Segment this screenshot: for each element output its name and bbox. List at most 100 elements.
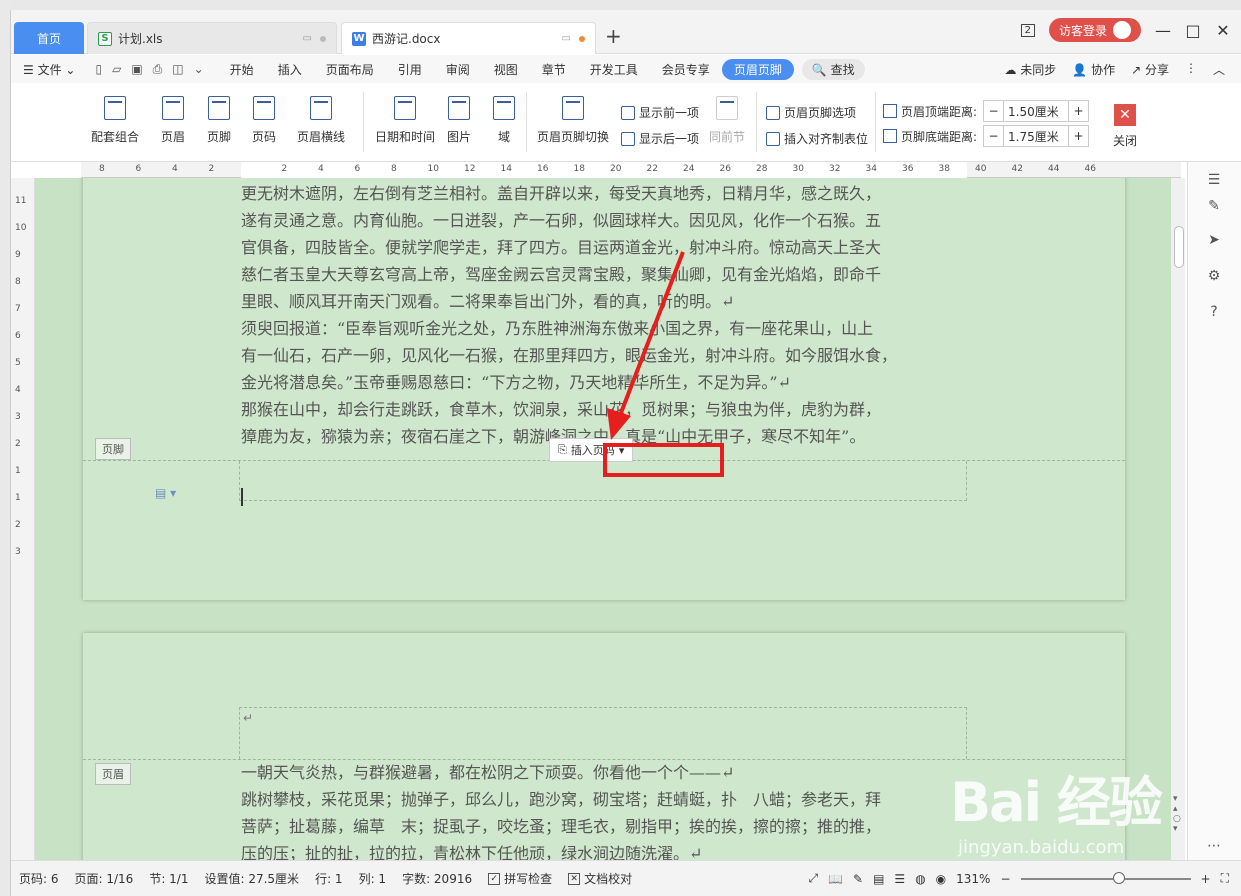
status-chars[interactable]: 字数: 20916: [394, 870, 480, 887]
new-doc-icon[interactable]: ▯: [95, 62, 102, 77]
more-icon[interactable]: ⌄: [194, 62, 204, 77]
header-area[interactable]: [239, 707, 967, 759]
text-line[interactable]: 更无树木遮阴，左右倒有芝兰相衬。盖自开辟以来，每受天真地秀，日精月华，感之既久，: [241, 180, 967, 207]
collapse-ribbon-icon[interactable]: ︿: [1213, 61, 1225, 78]
tab-home[interactable]: 首页: [14, 22, 84, 54]
ribbon: 配套组合 页眉 页脚 页码 页眉横线 日期和时间 图片 域 页眉页脚切换 显示前…: [11, 84, 1241, 162]
text-line[interactable]: 遂有灵通之意。内育仙胞。一日迸裂，产一石卵，似圆球样大。因见风，化作一个石猴。五: [241, 207, 967, 234]
field-button[interactable]: 域: [493, 96, 515, 145]
new-tab-button[interactable]: +: [605, 24, 622, 48]
help-icon[interactable]: ?: [1204, 304, 1224, 324]
footer-bottom-plus[interactable]: +: [1068, 126, 1088, 146]
body-text[interactable]: 一朝天气炎热，与群猴避暑，都在松阴之下顽耍。你看他一个个——↵ 跳树攀枝，采花觅果…: [241, 759, 967, 867]
outline-view-icon[interactable]: ☰: [894, 872, 905, 886]
show-next-button[interactable]: 显示后一项: [621, 130, 699, 147]
header-top-minus[interactable]: −: [984, 101, 1005, 121]
page-number-button[interactable]: 页码: [252, 96, 276, 145]
menu-start[interactable]: 开始: [218, 61, 266, 78]
monitor-icon[interactable]: ▭: [562, 33, 571, 44]
eye-care-icon[interactable]: ◉: [936, 872, 946, 886]
share-button[interactable]: ↗ 分享: [1131, 61, 1169, 78]
text-line[interactable]: 跳树攀枝，采花觅果；抛弹子，邱么儿，跑沙窝，砌宝塔；赶蜻蜓，扑 八蜡；参老天，拜: [241, 786, 967, 813]
picture-button[interactable]: 图片: [447, 96, 471, 145]
proofread-button[interactable]: ✕ 文档校对: [560, 870, 640, 887]
window-count-badge[interactable]: 2: [1020, 23, 1035, 37]
next-icon: [621, 131, 635, 146]
preview-icon[interactable]: ◫: [172, 62, 183, 77]
field-icon: [493, 96, 515, 120]
spell-check-button[interactable]: ✓ 拼写检查: [480, 870, 560, 887]
pen-icon[interactable]: ✎: [1204, 198, 1224, 218]
cursor-icon[interactable]: ➤: [1204, 232, 1224, 252]
file-menu[interactable]: ☰ 文件 ⌄: [11, 61, 87, 78]
fit-page-icon[interactable]: ⛶: [1221, 871, 1229, 886]
fullscreen-icon[interactable]: ⤢: [808, 871, 818, 886]
maximize-icon[interactable]: □: [1185, 21, 1201, 40]
menu-member[interactable]: 会员专享: [650, 61, 722, 78]
more-menu-icon[interactable]: ⋮: [1185, 61, 1197, 78]
close-icon[interactable]: ✕: [1215, 21, 1231, 40]
settings-sliders-icon[interactable]: ⚙: [1204, 268, 1224, 288]
datetime-button[interactable]: 日期和时间: [375, 96, 435, 145]
document-structure-icon[interactable]: ▤ ▾: [155, 486, 176, 500]
status-col: 列: 1: [358, 872, 387, 886]
zoom-slider[interactable]: [1020, 871, 1191, 884]
tab-xls[interactable]: S 计划.xls ▭: [87, 22, 337, 54]
close-hf-button[interactable]: ✕ 关闭: [1113, 104, 1137, 149]
read-mode-icon[interactable]: 📖: [828, 872, 843, 886]
align-tab-button[interactable]: 插入对齐制表位: [766, 130, 868, 147]
menu-references[interactable]: 引用: [386, 61, 434, 78]
ribbon-separator: [756, 92, 757, 152]
footer-button[interactable]: 页脚: [207, 96, 231, 145]
header-button[interactable]: 页眉: [161, 96, 185, 145]
header-top-input[interactable]: 1.50厘米: [1004, 101, 1068, 121]
menu-insert[interactable]: 插入: [266, 61, 314, 78]
panel-toggle-icon[interactable]: ☰: [1204, 172, 1224, 192]
search-button[interactable]: 🔍 查找: [801, 58, 865, 80]
footer-bottom-minus[interactable]: −: [984, 126, 1005, 146]
text-line[interactable]: 一朝天气炎热，与群猴避暑，都在松阴之下顽耍。你看他一个个——↵: [241, 759, 967, 786]
same-as-prev-button[interactable]: 同前节: [709, 96, 745, 145]
ruler-tick: 24: [683, 164, 695, 174]
menu-view[interactable]: 视图: [482, 61, 530, 78]
show-prev-button[interactable]: 显示前一项: [621, 104, 699, 121]
zoom-in-icon[interactable]: +: [1201, 872, 1211, 886]
header-top-spinner: 页眉顶端距离: −1.50厘米 +: [883, 100, 1090, 122]
vertical-ruler[interactable]: 11 10 9 8 7 6 5 4 3 2 1 1 2 3: [11, 178, 35, 868]
hf-switch-button[interactable]: 页眉页脚切换: [537, 96, 609, 145]
status-page[interactable]: 页面: 1/16: [67, 870, 142, 887]
ruler-tick: 36: [902, 164, 914, 174]
highlight-frame: [603, 443, 724, 477]
sync-label: 未同步: [1020, 62, 1057, 77]
zoom-value[interactable]: 131%: [956, 872, 990, 886]
zoom-knob[interactable]: [1113, 871, 1126, 884]
horizontal-ruler[interactable]: 8 6 4 2 2 4 6 8 10 12 14 16 18 20 22 24 26 28 30 32 34 36 38 40…: [81, 162, 1181, 178]
menu-layout[interactable]: 页面布局: [314, 61, 386, 78]
page[interactable]: 更无树木遮阴，左右倒有芝兰相衬。盖自开辟以来，每受天真地秀，日精月华，感之既久，…: [83, 178, 1125, 600]
save-icon[interactable]: ▣: [131, 62, 142, 77]
menu-developer[interactable]: 开发工具: [578, 61, 650, 78]
header-top-plus[interactable]: +: [1068, 101, 1088, 121]
monitor-icon[interactable]: ▭: [303, 33, 312, 44]
open-icon[interactable]: ▱: [112, 62, 121, 77]
visitor-login-button[interactable]: 访客登录: [1048, 18, 1141, 42]
menu-chapter[interactable]: 章节: [530, 61, 578, 78]
ruler-tick: 2: [281, 164, 288, 174]
footer-bottom-input[interactable]: 1.75厘米: [1004, 126, 1068, 146]
header-line-button[interactable]: 页眉横线: [297, 96, 345, 145]
combo-button[interactable]: 配套组合: [91, 96, 139, 145]
sync-button[interactable]: ☁ 未同步: [1004, 61, 1056, 78]
scroll-thumb[interactable]: [1174, 226, 1184, 268]
zoom-out-icon[interactable]: −: [1000, 872, 1010, 886]
collab-button[interactable]: 👤 协作: [1072, 61, 1115, 78]
print-icon[interactable]: ⎙: [153, 62, 163, 77]
menu-header-footer[interactable]: 页眉页脚: [721, 58, 794, 80]
write-mode-icon[interactable]: ✎: [853, 872, 863, 886]
text-line[interactable]: 菩萨；扯葛藤，编草 末；捉虱子，咬圪蚤；理毛衣，剔指甲；挨的挨，擦的擦；推的推，: [241, 813, 967, 840]
menu-review[interactable]: 审阅: [434, 61, 482, 78]
web-view-icon[interactable]: ◍: [915, 872, 925, 886]
page-view-icon[interactable]: ▤: [873, 872, 884, 886]
minimize-icon[interactable]: —: [1155, 21, 1171, 40]
hf-options-button[interactable]: 页眉页脚选项: [766, 104, 856, 121]
tab-doc[interactable]: W 西游记.docx ▭: [341, 22, 596, 54]
